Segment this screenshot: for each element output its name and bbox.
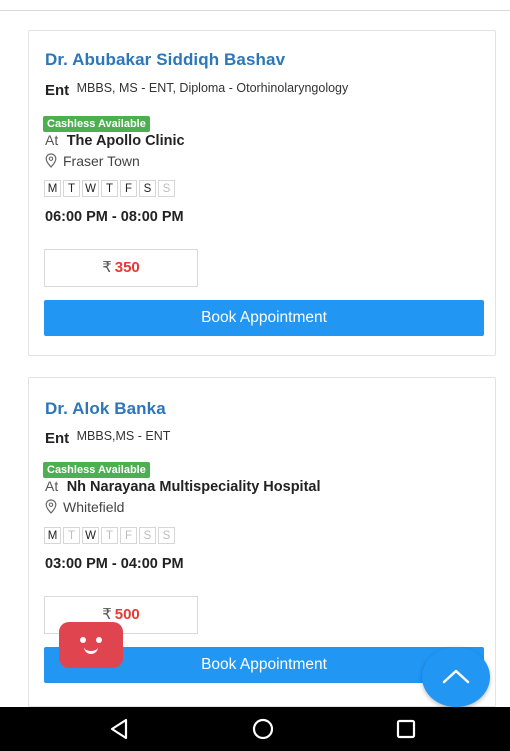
day-thursday: T bbox=[101, 180, 118, 197]
timing: 03:00 PM - 04:00 PM bbox=[45, 556, 184, 572]
specialty: Ent bbox=[45, 430, 70, 447]
map-pin-icon bbox=[45, 499, 59, 517]
clinic-row: At The Apollo Clinic bbox=[45, 132, 185, 150]
fee-amount: 350 bbox=[114, 259, 140, 276]
doctor-card: Dr. Abubakar Siddiqh Bashav Ent MBBS, MS… bbox=[28, 30, 496, 356]
at-label: At bbox=[45, 132, 59, 148]
location-text: Whitefield bbox=[63, 499, 125, 515]
day-thursday: T bbox=[101, 527, 118, 544]
book-appointment-button[interactable]: Book Appointment bbox=[44, 300, 484, 336]
location-text: Fraser Town bbox=[63, 153, 140, 169]
location-row: Fraser Town bbox=[45, 153, 140, 171]
day-saturday: S bbox=[139, 180, 156, 197]
qualifications: MBBS, MS - ENT, Diploma - Otorhinolaryng… bbox=[76, 81, 349, 95]
system-navigation-bar bbox=[0, 707, 510, 751]
triangle-back-icon bbox=[110, 718, 128, 740]
at-label: At bbox=[45, 478, 59, 494]
rupee-symbol: ₹ bbox=[102, 259, 112, 276]
clinic-row: At Nh Narayana Multispeciality Hospital bbox=[45, 478, 321, 496]
square-recents-icon bbox=[396, 719, 416, 739]
day-wednesday: W bbox=[82, 527, 99, 544]
weekday-availability: M T W T F S S bbox=[44, 180, 177, 197]
day-wednesday: W bbox=[82, 180, 99, 197]
chat-mouth bbox=[84, 647, 98, 654]
day-sunday: S bbox=[158, 527, 175, 544]
day-friday: F bbox=[120, 527, 137, 544]
doctor-name-link[interactable]: Dr. Alok Banka bbox=[45, 399, 166, 419]
circle-home-icon bbox=[252, 718, 274, 740]
scroll-top-button[interactable] bbox=[422, 647, 490, 707]
day-tuesday: T bbox=[63, 527, 80, 544]
nav-home-button[interactable] bbox=[251, 717, 275, 746]
timing: 06:00 PM - 08:00 PM bbox=[45, 209, 184, 225]
specialty-row: Ent MBBS, MS - ENT, Diploma - Otorhinola… bbox=[45, 81, 348, 100]
nav-back-button[interactable] bbox=[108, 717, 130, 746]
chevron-up-icon bbox=[442, 669, 470, 684]
top-divider bbox=[0, 10, 510, 11]
cashless-badge: Cashless Available bbox=[43, 116, 150, 132]
day-saturday: S bbox=[139, 527, 156, 544]
rupee-symbol: ₹ bbox=[102, 606, 112, 623]
chat-bot-button[interactable] bbox=[59, 622, 123, 668]
day-friday: F bbox=[120, 180, 137, 197]
specialty-row: Ent MBBS,MS - ENT bbox=[45, 429, 170, 448]
nav-recents-button[interactable] bbox=[395, 717, 417, 746]
day-monday: M bbox=[44, 527, 61, 544]
fee-amount: 500 bbox=[114, 606, 140, 623]
qualifications: MBBS,MS - ENT bbox=[76, 429, 171, 443]
specialty: Ent bbox=[45, 82, 70, 99]
doctor-name-link[interactable]: Dr. Abubakar Siddiqh Bashav bbox=[45, 50, 285, 70]
map-pin-icon bbox=[45, 153, 59, 171]
cashless-badge: Cashless Available bbox=[43, 462, 150, 478]
day-tuesday: T bbox=[63, 180, 80, 197]
day-monday: M bbox=[44, 180, 61, 197]
chat-eye-left bbox=[80, 637, 86, 643]
location-row: Whitefield bbox=[45, 499, 124, 517]
day-sunday: S bbox=[158, 180, 175, 197]
clinic-name: Nh Narayana Multispeciality Hospital bbox=[66, 479, 321, 495]
weekday-availability: M T W T F S S bbox=[44, 527, 177, 544]
chat-eye-right bbox=[96, 637, 102, 643]
clinic-name: The Apollo Clinic bbox=[66, 133, 185, 149]
fee-box: ₹350 bbox=[44, 249, 198, 287]
